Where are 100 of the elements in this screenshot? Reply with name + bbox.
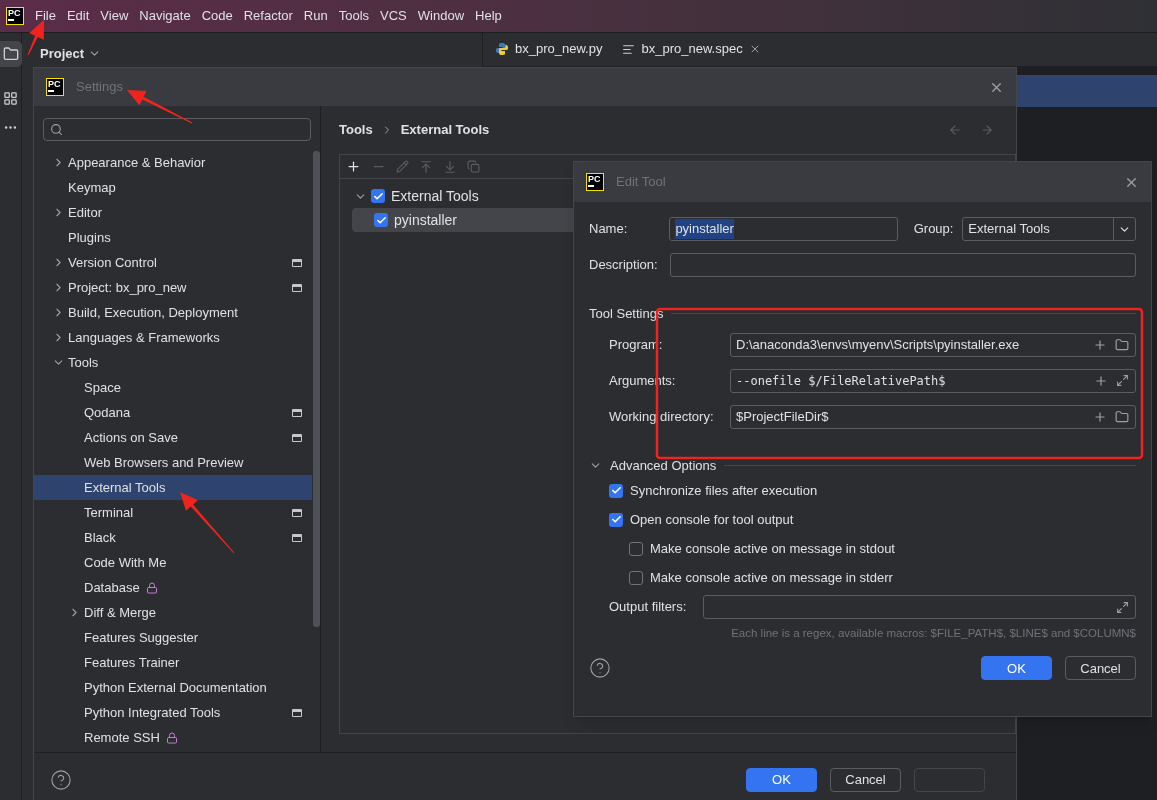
ok-button[interactable]: OK (746, 767, 817, 792)
checkbox[interactable] (609, 512, 623, 527)
settings-tree-item[interactable]: Build, Execution, Deployment (34, 300, 312, 325)
project-dropdown[interactable]: Project (40, 44, 482, 64)
project-scope-icon (292, 408, 302, 417)
insert-macro-icon[interactable] (1094, 373, 1108, 388)
scrollbar[interactable] (313, 151, 320, 627)
path-field[interactable]: $ProjectFileDir$ (730, 404, 1136, 429)
text-file-icon (622, 42, 636, 56)
annotation-arrow (127, 90, 193, 124)
description-field[interactable] (670, 253, 1136, 277)
help-icon[interactable] (50, 768, 72, 791)
menu-item[interactable]: Help (472, 6, 505, 26)
project-scope-icon (292, 433, 302, 442)
option-label: Make console active on message in stderr (650, 568, 893, 587)
search-icon (50, 123, 63, 136)
structure-icon[interactable] (3, 91, 18, 106)
menu-item[interactable]: Code (198, 6, 236, 26)
project-scope-icon (292, 258, 302, 267)
menu-item[interactable]: View (97, 6, 132, 26)
settings-tree-item[interactable]: Keymap (34, 175, 312, 200)
hint-text: Each line is a regex, available macros: $FILE_PATH$, $LINE$ and $COLUMN$ (731, 626, 1136, 641)
settings-tree-item[interactable]: Diff & Merge (34, 600, 312, 625)
project-scope-icon (292, 508, 302, 517)
checkbox[interactable] (629, 541, 643, 556)
field-label: Group: (913, 220, 955, 239)
settings-tree-item[interactable]: Tools (34, 350, 312, 375)
settings-tree-item[interactable]: Appearance & Behavior (34, 150, 312, 175)
checkbox[interactable] (371, 189, 385, 203)
menu-item[interactable]: File (32, 6, 59, 26)
folder-icon[interactable] (1115, 337, 1129, 352)
settings-tree-item[interactable]: Project: bx_pro_new (34, 275, 312, 300)
lock-icon (145, 581, 158, 594)
add-icon[interactable] (346, 159, 361, 174)
settings-tree-item[interactable]: Python External Documentation (34, 675, 312, 700)
expand-icon[interactable] (1116, 374, 1129, 387)
menu-item[interactable]: VCS (377, 6, 410, 26)
python-icon (495, 42, 509, 56)
ok-button[interactable]: OK (981, 656, 1052, 681)
project-scope-icon (292, 283, 302, 292)
settings-tree-item[interactable]: Code With Me (34, 550, 312, 575)
menu-item[interactable]: Window (414, 6, 468, 26)
settings-tree-item[interactable]: Black (34, 525, 312, 550)
folder-icon[interactable] (0, 41, 22, 67)
settings-tree-item[interactable]: Qodana (34, 400, 312, 425)
settings-tree-item[interactable]: Features Suggester (34, 625, 312, 650)
settings-tree-item[interactable]: Terminal (34, 500, 312, 525)
checkbox[interactable] (374, 213, 388, 227)
settings-tree-item[interactable]: Editor (34, 200, 312, 225)
app-logo: PC (46, 78, 64, 96)
settings-tree-item[interactable]: Web Browsers and Preview (34, 450, 312, 475)
insert-macro-icon[interactable] (1093, 337, 1107, 352)
help-icon[interactable] (589, 657, 611, 680)
cancel-button[interactable]: Cancel (830, 767, 901, 792)
menu-item[interactable]: Edit (63, 6, 93, 26)
option-label: Synchronize files after execution (630, 481, 818, 500)
window-title: Edit Tool (616, 173, 666, 192)
settings-tree-item[interactable]: Features Trainer (34, 650, 312, 675)
project-scope-icon (292, 533, 302, 542)
editor-tab[interactable]: bx_pro_new.py (487, 32, 611, 66)
lock-icon (165, 731, 178, 744)
settings-tree-item[interactable]: Actions on Save (34, 425, 312, 450)
settings-tree-item[interactable]: Languages & Frameworks (34, 325, 312, 350)
option-label: Make console active on message in stdout (650, 539, 895, 558)
group-dropdown[interactable]: External Tools (962, 217, 1136, 241)
menu-item[interactable]: Tools (335, 6, 373, 26)
editor-tab[interactable]: bx_pro_new.spec (614, 32, 769, 66)
menu-item[interactable]: Refactor (240, 6, 296, 26)
field-label: Description: (589, 256, 659, 275)
breadcrumb-item[interactable]: External Tools (400, 120, 490, 140)
app-logo: PC (586, 173, 604, 191)
expand-icon[interactable] (1116, 600, 1129, 614)
path-field[interactable]: D:\anaconda3\envs\myenv\Scripts\pyinstaller.exe (730, 332, 1136, 357)
folder-icon[interactable] (1115, 409, 1129, 424)
settings-tree-item[interactable]: Database (34, 575, 312, 600)
settings-tree-item[interactable]: Space (34, 375, 312, 400)
checkbox[interactable] (609, 483, 623, 498)
checkbox[interactable] (629, 570, 643, 585)
field-label: Output filters: (609, 598, 688, 617)
cancel-button[interactable]: Cancel (1065, 656, 1136, 681)
breadcrumb-item[interactable]: Tools (339, 120, 373, 140)
option-label: Open console for tool output (630, 510, 794, 529)
settings-tree-item[interactable]: Python Integrated Tools (34, 700, 312, 725)
settings-tree-item[interactable]: Version Control (34, 250, 312, 275)
section-title: Advanced Options (610, 456, 717, 475)
search-field[interactable] (43, 118, 311, 141)
settings-tree-item[interactable]: External Tools (34, 475, 312, 500)
annotation-arrow (180, 492, 235, 554)
menu-item[interactable]: Navigate (136, 6, 194, 26)
menu-item[interactable]: Run (300, 6, 331, 26)
output-filters-field[interactable] (703, 595, 1136, 619)
field-label: Working directory: (609, 407, 715, 426)
settings-tree-item[interactable]: Remote SSH (34, 725, 312, 750)
window-title: Settings (76, 78, 123, 97)
arguments-field[interactable]: --onefile $/FileRelativePath$ (730, 368, 1136, 393)
field-label: Name: (589, 220, 629, 239)
insert-macro-icon[interactable] (1093, 409, 1107, 424)
settings-tree-item[interactable]: Plugins (34, 225, 312, 250)
app-logo: PC (6, 7, 24, 25)
name-field[interactable]: pyinstaller (669, 217, 898, 241)
